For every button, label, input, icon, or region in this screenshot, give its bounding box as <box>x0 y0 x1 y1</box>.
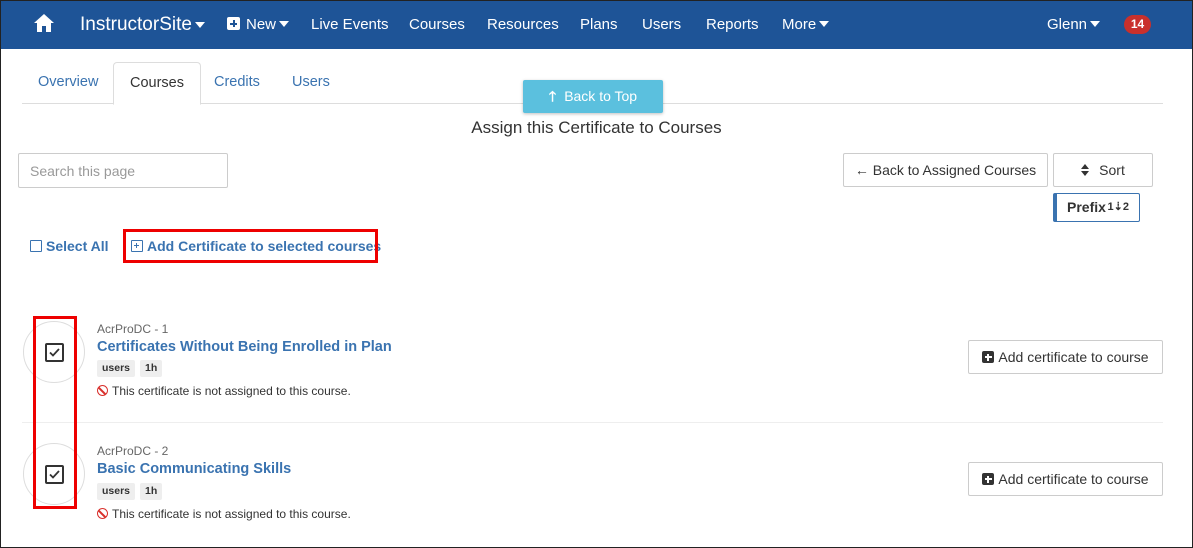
sort-icon <box>1081 164 1090 176</box>
course-status: This certificate is not assigned to this… <box>97 507 351 521</box>
course-title-link[interactable]: Certificates Without Being Enrolled in P… <box>97 339 392 355</box>
back-to-top-button[interactable]: 🡑 Back to Top <box>523 80 663 113</box>
more-menu[interactable]: More <box>782 0 830 49</box>
course-tag: 1h <box>140 360 163 377</box>
highlight-box-checkboxes <box>33 316 77 509</box>
tab-courses[interactable]: Courses <box>113 62 201 105</box>
sort-field-label: Prefix <box>1067 199 1106 215</box>
course-row: AcrProDC - 1 Certificates Without Being … <box>22 300 1163 420</box>
sort-field-prefix-button[interactable]: Prefix 1⇣2 <box>1053 193 1140 222</box>
tab-overview[interactable]: Overview <box>22 62 114 104</box>
arrow-left-icon: ← <box>854 162 869 178</box>
ban-icon <box>97 508 108 519</box>
nav-reports[interactable]: Reports <box>706 0 759 49</box>
new-menu[interactable]: New <box>227 0 290 49</box>
search-input[interactable] <box>18 153 228 188</box>
page-title: Assign this Certificate to Courses <box>471 118 722 137</box>
notification-badge[interactable]: 14 <box>1124 15 1151 34</box>
more-label: More <box>782 16 817 33</box>
nav-live-events[interactable]: Live Events <box>311 0 389 49</box>
tab-credits[interactable]: Credits <box>198 62 276 104</box>
nav-courses[interactable]: Courses <box>409 0 465 49</box>
add-certificate-label: Add certificate to course <box>998 349 1149 365</box>
nav-resources[interactable]: Resources <box>487 0 559 49</box>
select-all-link[interactable]: Select All <box>30 238 109 254</box>
tab-users[interactable]: Users <box>276 62 346 104</box>
back-to-assigned-label: Back to Assigned Courses <box>872 162 1037 178</box>
course-status-text: This certificate is not assigned to this… <box>112 507 351 521</box>
brand-menu[interactable]: InstructorSite <box>80 0 205 49</box>
arrow-up-icon: 🡑 <box>548 88 557 104</box>
nav-plans[interactable]: Plans <box>580 0 618 49</box>
course-prefix: AcrProDC - 1 <box>97 322 169 336</box>
course-title-link[interactable]: Basic Communicating Skills <box>97 461 291 477</box>
caret-down-icon <box>279 21 290 27</box>
highlight-box-add-selected <box>123 229 378 263</box>
user-name: Glenn <box>1047 16 1088 33</box>
course-tag: 1h <box>140 483 163 500</box>
caret-down-icon <box>194 22 205 28</box>
plus-square-icon <box>982 351 995 363</box>
sort-numeric-icon: 1⇣2 <box>1107 201 1129 213</box>
home-icon[interactable] <box>33 12 55 34</box>
ban-icon <box>97 385 108 396</box>
add-certificate-to-course-button[interactable]: Add certificate to course <box>968 462 1163 496</box>
course-row: AcrProDC - 2 Basic Communicating Skills … <box>22 422 1163 542</box>
back-to-top-label: Back to Top <box>564 88 638 104</box>
course-prefix: AcrProDC - 2 <box>97 444 169 458</box>
plus-square-icon <box>982 473 995 485</box>
select-all-label: Select All <box>46 238 109 254</box>
user-menu[interactable]: Glenn <box>1047 0 1101 49</box>
sort-button[interactable]: Sort <box>1053 153 1153 187</box>
back-to-assigned-courses-button[interactable]: ← Back to Assigned Courses <box>843 153 1048 187</box>
caret-down-icon <box>1090 21 1101 27</box>
course-status-text: This certificate is not assigned to this… <box>112 384 351 398</box>
add-certificate-label: Add certificate to course <box>998 471 1149 487</box>
course-tag: users <box>97 483 136 500</box>
sort-label: Sort <box>1099 162 1125 178</box>
square-icon <box>30 240 42 252</box>
caret-down-icon <box>819 21 830 27</box>
plus-square-icon <box>227 17 240 30</box>
nav-users[interactable]: Users <box>642 0 681 49</box>
new-label: New <box>246 16 277 33</box>
top-navbar: InstructorSite New Live Events Courses R… <box>0 0 1193 49</box>
course-status: This certificate is not assigned to this… <box>97 384 351 398</box>
add-certificate-to-course-button[interactable]: Add certificate to course <box>968 340 1163 374</box>
course-tag: users <box>97 360 136 377</box>
brand-label: InstructorSite <box>80 14 192 35</box>
